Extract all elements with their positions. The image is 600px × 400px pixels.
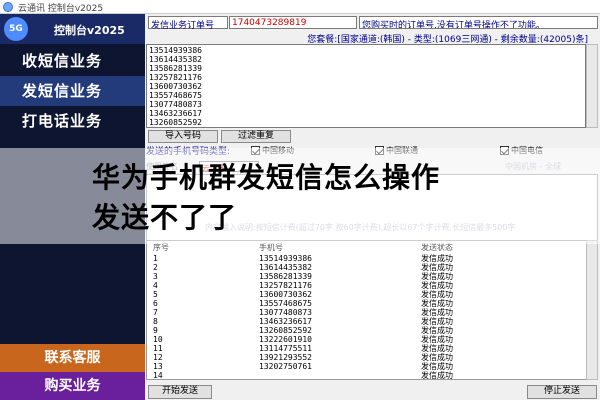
- row-index: 10: [153, 335, 163, 344]
- row-index: 13: [153, 362, 163, 371]
- row-index: 5: [153, 290, 158, 299]
- row-index: 11: [153, 344, 163, 353]
- row-phone: 13257821176: [259, 281, 312, 290]
- table-row: 8 13463236617 发信成功: [147, 317, 586, 326]
- row-status: 发信成功: [421, 335, 453, 344]
- row-phone: 13222601910: [259, 335, 312, 344]
- numbers-scrollbar[interactable]: [586, 44, 598, 128]
- row-phone: 13077480873: [259, 308, 312, 317]
- row-status: 发信成功: [421, 263, 453, 272]
- row-status: 发信成功: [421, 317, 453, 326]
- 5g-badge-icon: 5G: [4, 17, 28, 41]
- row-phone: 13921293552: [259, 353, 312, 362]
- row-phone: 13202750761: [259, 362, 312, 371]
- table-row: 14 发信成功: [147, 371, 586, 380]
- logo: 5G 控制台v2025: [0, 14, 145, 44]
- start-send-button[interactable]: 开始发送: [148, 385, 212, 399]
- number-line: 13257821176: [149, 73, 202, 82]
- row-phone: 13114775511: [259, 344, 312, 353]
- row-status: 发信成功: [421, 254, 453, 263]
- row-phone: 13514939386: [259, 254, 312, 263]
- row-status: 发信成功: [421, 272, 453, 281]
- logo-text: 控制台v2025: [54, 24, 125, 37]
- row-phone: 13614435382: [259, 263, 312, 272]
- sidebar-item-phone-call[interactable]: 打电话业务: [0, 106, 145, 136]
- table-row: 9 13260852592 发信成功: [147, 326, 586, 335]
- order-hint: 您购买时的订单号,没有订单号操作不了功能。: [359, 16, 598, 29]
- table-row: 11 13114775511 发信成功: [147, 344, 586, 353]
- table-row: 10 13222601910 发信成功: [147, 335, 586, 344]
- row-phone: 13586281339: [259, 272, 312, 281]
- row-status: 发信成功: [421, 326, 453, 335]
- row-status: 发信成功: [421, 281, 453, 290]
- order-number-input[interactable]: 1740473289819: [229, 16, 357, 29]
- app-icon: [3, 2, 13, 12]
- table-row: 7 13077480873 发信成功: [147, 308, 586, 317]
- row-index: 8: [153, 317, 158, 326]
- number-line: 13222601910: [149, 127, 583, 128]
- table-row: 1 13514939386 发信成功: [147, 254, 586, 263]
- row-phone: 13600730362: [259, 290, 312, 299]
- number-line: 13600730362: [149, 82, 202, 91]
- row-index: 7: [153, 308, 158, 317]
- sidebar-item-send-sms[interactable]: 发短信业务: [0, 76, 145, 106]
- row-phone: 13260852592: [259, 326, 312, 335]
- title-bar: 云通讯 控制台v2025: [0, 0, 600, 14]
- number-line: 13614435382: [149, 55, 202, 64]
- table-row: 13 13202750761 发信成功: [147, 362, 586, 371]
- number-line: 13463236617: [149, 109, 202, 118]
- number-line: 13586281339: [149, 64, 202, 73]
- row-status: 发信成功: [421, 308, 453, 317]
- table-scrollbar[interactable]: [586, 240, 598, 380]
- table-row: 6 13557468675 发信成功: [147, 299, 586, 308]
- package-info: 您套餐:[国家通道:(韩国) - 类型:(1069三网通) - 剩余数量:(42…: [307, 35, 588, 44]
- sidebar-item-receive-sms[interactable]: 收短信业务: [0, 46, 145, 76]
- table-row: 12 13921293552 发信成功: [147, 353, 586, 362]
- row-index: 12: [153, 353, 163, 362]
- row-index: 9: [153, 326, 158, 335]
- table-row: 2 13614435382 发信成功: [147, 263, 586, 272]
- number-line: 13557468675: [149, 91, 202, 100]
- row-index: 4: [153, 281, 158, 290]
- row-phone: 13557468675: [259, 299, 312, 308]
- row-status: 发信成功: [421, 371, 453, 380]
- row-index: 3: [153, 272, 158, 281]
- headline-line-2: 发送不了了: [92, 201, 238, 234]
- row-status: 发信成功: [421, 299, 453, 308]
- row-status: 发信成功: [421, 290, 453, 299]
- import-numbers-button[interactable]: 导入号码: [148, 130, 218, 143]
- number-line: 13260852592: [149, 118, 202, 127]
- headline-line-1: 华为手机群发短信怎么操作: [92, 161, 441, 194]
- order-number-label: 发信业务订单号: [148, 16, 228, 31]
- filter-duplicates-button[interactable]: 过滤重复: [221, 130, 291, 143]
- number-line: 13514939386: [149, 46, 202, 55]
- row-index: 2: [153, 263, 158, 272]
- window-title: 云通讯 控制台v2025: [18, 4, 104, 14]
- table-row: 4 13257821176 发信成功: [147, 281, 586, 290]
- row-phone: 13463236617: [259, 317, 312, 326]
- row-status: 发信成功: [421, 362, 453, 371]
- row-index: 6: [153, 299, 158, 308]
- table-row: 3 13586281339 发信成功: [147, 272, 586, 281]
- number-line: 13077480873: [149, 100, 202, 109]
- purchase-button[interactable]: 购买业务: [0, 372, 145, 400]
- row-status: 发信成功: [421, 353, 453, 362]
- row-index: 14: [153, 371, 163, 380]
- row-status: 发信成功: [421, 344, 453, 353]
- table-row: 5 13600730362 发信成功: [147, 290, 586, 299]
- contact-support-button[interactable]: 联系客服: [0, 344, 145, 372]
- phone-numbers-textarea[interactable]: 13514939386 13614435382 13586281339 1325…: [146, 44, 586, 128]
- stop-send-button[interactable]: 停止发送: [527, 385, 597, 399]
- row-index: 1: [153, 254, 158, 263]
- send-results-table: 序号 手机号 发送状态 1 13514939386 发信成功 2 13614435382…: [146, 240, 587, 380]
